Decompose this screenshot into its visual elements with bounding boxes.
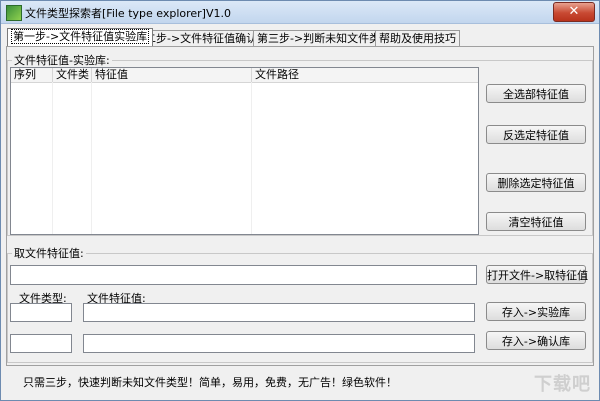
tab-step-2-label: 第二步->文件特征值确认库 xyxy=(134,32,269,45)
delete-selected-button[interactable]: 删除选定特征值 xyxy=(486,173,586,192)
feature-input[interactable] xyxy=(83,303,475,322)
select-all-button[interactable]: 全选部特征值 xyxy=(486,84,586,103)
clear-button[interactable]: 清空特征值 xyxy=(486,212,586,231)
title-bar[interactable]: 文件类型探索者[File type explorer]V1.0 ✕ xyxy=(1,1,599,24)
watermark: 下载吧 xyxy=(534,374,591,395)
column-divider xyxy=(91,82,92,234)
extract-group-legend: 取文件特征值: xyxy=(14,247,84,260)
tab-help[interactable]: 帮助及使用技巧 xyxy=(375,30,460,46)
column-header-path[interactable]: 文件路径 xyxy=(252,68,478,82)
column-divider xyxy=(251,82,252,234)
invert-select-button[interactable]: 反选定特征值 xyxy=(486,125,586,144)
app-icon xyxy=(6,5,22,21)
status-text: 只需三步，快速判断未知文件类型！简单，易用，免费，无广告！绿色软件！ xyxy=(23,376,397,389)
column-divider xyxy=(52,82,53,234)
column-header-index[interactable]: 序列 xyxy=(11,68,53,82)
file-path-input[interactable] xyxy=(10,265,477,285)
window-title: 文件类型探索者[File type explorer]V1.0 xyxy=(25,7,231,20)
column-header-feature[interactable]: 特征值 xyxy=(92,68,252,82)
app-window: 文件类型探索者[File type explorer]V1.0 ✕ 第一步->文… xyxy=(0,0,600,401)
close-button[interactable]: ✕ xyxy=(553,2,595,22)
file-type-input-2[interactable] xyxy=(10,334,72,353)
feature-list[interactable]: 序列 文件类 特征值 文件路径 xyxy=(10,67,479,235)
tab-step-3-label: 第三步->判断未知文件类型 xyxy=(257,32,392,45)
list-header: 序列 文件类 特征值 文件路径 xyxy=(11,68,478,83)
tab-step-3[interactable]: 第三步->判断未知文件类型 xyxy=(253,30,396,46)
file-type-input[interactable] xyxy=(10,303,72,322)
tab-step-1-label: 第一步->文件特征值实验库 xyxy=(11,29,150,44)
tab-help-label: 帮助及使用技巧 xyxy=(379,32,456,45)
save-confirm-button[interactable]: 存入->确认库 xyxy=(486,331,586,350)
column-header-file-type[interactable]: 文件类 xyxy=(53,68,92,82)
feature-input-2[interactable] xyxy=(83,334,475,353)
tab-step-1[interactable]: 第一步->文件特征值实验库 xyxy=(7,28,154,46)
open-file-button[interactable]: 打开文件->取特征值 xyxy=(486,265,588,284)
save-experiment-button[interactable]: 存入->实验库 xyxy=(486,302,586,321)
experiment-group-legend: 文件特征值-实验库: xyxy=(14,54,110,67)
